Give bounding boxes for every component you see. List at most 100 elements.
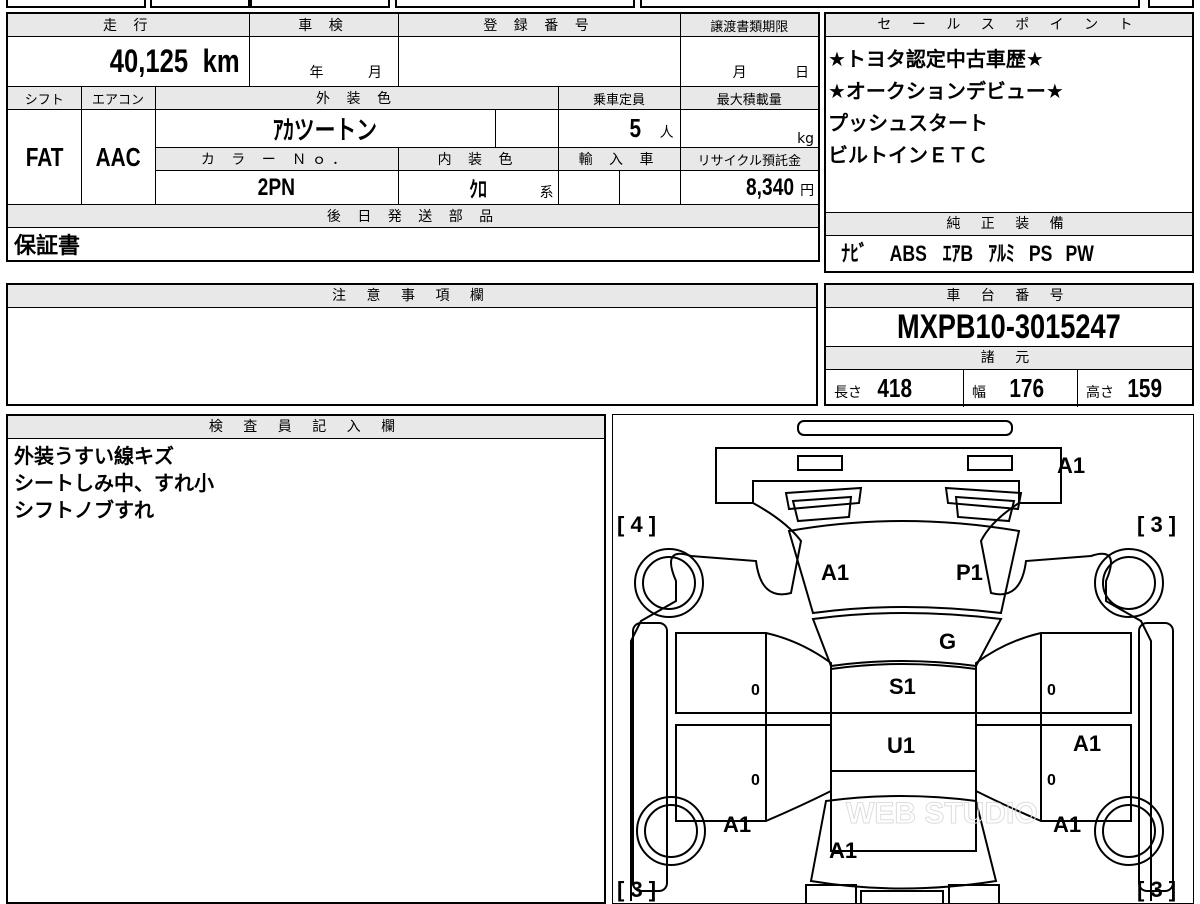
shift-value: FAT [25,141,64,172]
sales-point-item: プッシュスタート [828,111,988,135]
mark-hood-left: A1 [821,560,849,585]
mark-left-rear-fender: A1 [723,812,751,837]
top-strip [395,0,635,8]
color-no-header: カ ラ ー Ｎｏ． [154,147,399,171]
transfer-deadline-cell: 月 日 [679,36,820,87]
equipment-item: ﾅﾋﾞ [841,241,868,266]
import-header: 輸 入 車 [557,147,681,171]
interior-color-header: 内 装 色 [397,147,559,171]
max-load-cell: kg [679,109,820,148]
mileage-header: 走 行 [6,12,250,37]
equipment-item: PS [1029,241,1053,266]
import-cell-b [618,170,681,205]
door-left-rear: 0 [751,772,760,789]
mark-trunk: A1 [829,838,857,863]
inspection-header: 車 検 [248,12,399,37]
top-strip [1148,0,1194,8]
aircon-header: エアコン [80,86,156,110]
chassis-box: 車 台 番 号 MXPB10-3015247 諸 元 長さ 418 幅 176 … [824,283,1194,407]
recycle-header: リサイクル預託金 [679,147,820,171]
recycle-value: 8,340 [746,173,795,201]
top-strip [6,0,146,8]
capacity-value: 5 [629,113,642,143]
shipping-parts-header: 後 日 発 送 部 品 [6,204,820,228]
mileage-cell: 40,125 km [6,36,250,87]
mark-hood-right: P1 [956,560,983,585]
inspection-cell: 年 月 [248,36,399,87]
inspector-note: 外装うすい線キズ [14,444,174,468]
car-diagram-box: [ 4 ] [ 3 ] [ 3 ] [ 3 ] A1 A1 P1 G S1 U1… [612,414,1194,904]
watermark: WEB STUDIO [846,797,1038,830]
interior-color-cell: ｸﾛ 系 [397,170,559,205]
door-right-rear: 0 [1047,772,1056,789]
sales-points-box: セ ー ル ス ポ イ ン ト ★トヨタ認定中古車歴★ ★オークションデビュー★… [824,12,1194,273]
equipment-item: PW [1065,241,1094,266]
inspector-note: シフトノブすれ [14,498,154,522]
transfer-deadline-header: 譲渡書類期限 [679,12,820,37]
length-label: 長さ [834,385,862,401]
inspector-notes: 外装うすい線キズ シートしみ中、すれ小 シフトノブすれ [8,439,604,524]
max-load-header: 最大積載量 [679,86,820,110]
equipment-item: ｴｱB [943,241,974,266]
mark-rear-roof: U1 [887,733,915,758]
capacity-cell: 5 人 [557,109,681,148]
recycle-cell: 8,340 円 [679,170,820,205]
mark-windshield: G [939,629,956,654]
car-diagram-labels: [ 4 ] [ 3 ] [ 3 ] [ 3 ] A1 A1 P1 G S1 U1… [617,453,1176,902]
sales-point-item: ビルトインＥＴＣ [828,143,988,167]
length-value: 418 [877,373,913,403]
chassis-header: 車 台 番 号 [826,285,1192,308]
sales-point-item: ★オークションデビュー★ [828,79,1064,103]
standard-equipment-list: ﾅﾋﾞ ABS ｴｱB ｱﾙﾐ PS PW [826,236,1192,274]
exterior-color-value: ｱｶツートン [273,115,378,145]
height-spec: 高さ 159 [1078,370,1192,407]
top-strip [150,0,250,8]
mileage-unit: km [202,43,240,79]
transfer-month-label: 月 [732,65,747,81]
vehicle-info-table: 走 行 車 検 登 録 番 号 譲渡書類期限 40,125 km 年 月 月 日 … [6,12,821,262]
standard-equipment-header: 純 正 装 備 [826,213,1192,236]
aircon-value: AAC [95,141,141,172]
color-no-cell: 2PN [154,170,399,205]
color-no-value: 2PN [257,173,296,201]
tire-rear-left: [ 3 ] [617,877,656,902]
shift-cell: FAT [6,109,82,205]
import-cell-a [557,170,620,205]
max-load-unit: kg [797,131,815,147]
sales-points-list: ★トヨタ認定中古車歴★ ★オークションデビュー★ プッシュスタート ビルトインＥ… [826,37,1192,213]
tire-front-left: [ 4 ] [617,512,656,537]
height-label: 高さ [1086,385,1114,401]
top-strip [640,0,1140,8]
capacity-header: 乗車定員 [557,86,681,110]
shift-header: シフト [6,86,82,110]
width-spec: 幅 176 [964,370,1078,407]
registration-header: 登 録 番 号 [397,12,681,37]
mark-right-rear-fender: A1 [1053,812,1081,837]
door-left-front: 0 [751,682,760,699]
equipment-item: ｱﾙﾐ [988,241,1016,266]
sales-points-header: セ ー ル ス ポ イ ン ト [826,14,1192,37]
interior-color-value: ｸﾛ [469,176,487,202]
capacity-unit: 人 [659,125,674,141]
top-strip [250,0,390,8]
sales-point-item: ★トヨタ認定中古車歴★ [828,47,1044,71]
mileage-value: 40,125 [110,43,189,79]
chassis-number: MXPB10-3015247 [897,308,1121,346]
door-right-front: 0 [1047,682,1056,699]
exterior-color-header: 外 装 色 [154,86,559,110]
equipment-item: ABS [889,241,927,266]
chassis-number-cell: MXPB10-3015247 [826,308,1192,347]
caution-box: 注 意 事 項 欄 [6,283,818,406]
mark-roof: S1 [889,674,916,699]
specs-row: 長さ 418 幅 176 高さ 159 [826,370,1192,407]
caution-header: 注 意 事 項 欄 [8,285,816,308]
inspector-box: 検 査 員 記 入 欄 外装うすい線キズ シートしみ中、すれ小 シフトノブすれ [6,414,606,904]
inspection-year-label: 年 [309,65,324,81]
width-value: 176 [1009,373,1045,403]
inspection-month-label: 月 [367,65,382,81]
mark-front-bumper: A1 [1057,453,1085,478]
length-spec: 長さ 418 [826,370,964,407]
width-label: 幅 [972,385,986,401]
exterior-color-cell: ｱｶツートン [154,109,496,148]
height-value: 159 [1127,373,1163,403]
